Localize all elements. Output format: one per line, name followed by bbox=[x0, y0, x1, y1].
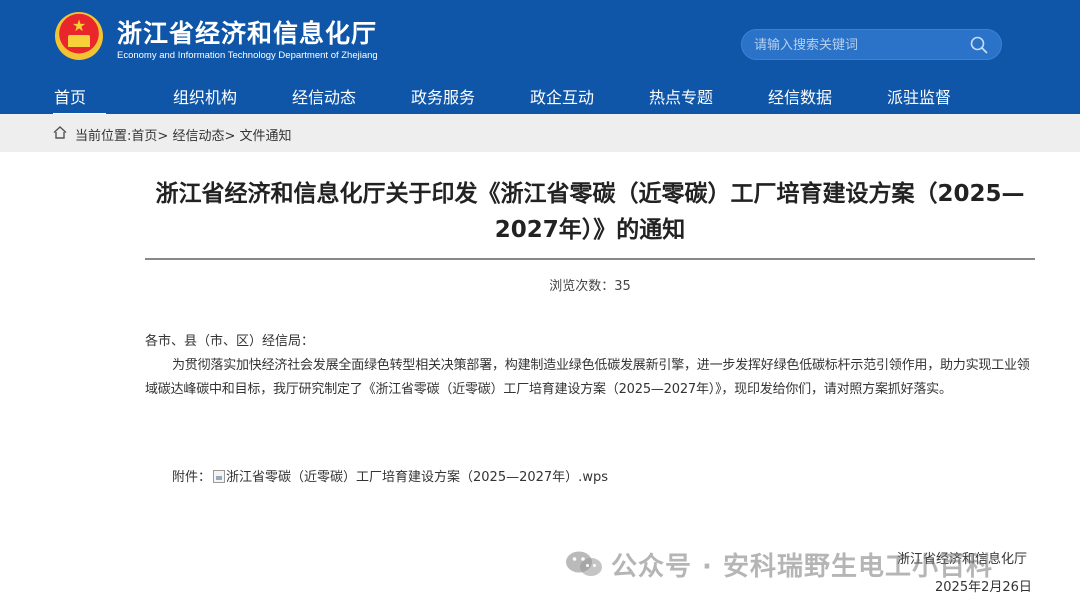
site-title: 浙江省经济和信息化厅 bbox=[117, 19, 378, 48]
home-icon bbox=[53, 126, 67, 139]
breadcrumb-prefix: 当前位置: bbox=[75, 129, 132, 144]
view-count: 浏览次数：35 bbox=[145, 275, 1035, 294]
nav-item-gov-services[interactable]: 政务服务 bbox=[411, 84, 475, 110]
breadcrumb: 当前位置:首页> 经信动态> 文件通知 bbox=[0, 114, 1080, 152]
breadcrumb-notices[interactable]: 文件通知 bbox=[240, 129, 292, 144]
site-brand[interactable]: ★ 浙江省经济和信息化厅 Economy and Information Tec… bbox=[55, 12, 395, 64]
site-header: ★ 浙江省经济和信息化厅 Economy and Information Tec… bbox=[0, 0, 1080, 116]
file-icon bbox=[213, 470, 226, 483]
watermark-text: 公众号 · 安科瑞野生电工小百科 bbox=[611, 552, 993, 582]
nav-item-interaction[interactable]: 政企互动 bbox=[530, 84, 594, 110]
breadcrumb-news[interactable]: 经信动态 bbox=[172, 129, 224, 144]
attachment-link[interactable]: 浙江省零碳（近零碳）工厂培育建设方案（2025—2027年）.wps bbox=[226, 470, 608, 485]
view-count-label: 浏览次数： bbox=[549, 279, 615, 294]
nav-item-supervision[interactable]: 派驻监督 bbox=[887, 84, 951, 110]
search-input[interactable] bbox=[754, 35, 964, 55]
site-subtitle: Economy and Information Technology Depar… bbox=[117, 50, 378, 61]
breadcrumb-home[interactable]: 首页 bbox=[131, 129, 157, 144]
nav-item-organization[interactable]: 组织机构 bbox=[173, 84, 237, 110]
article-salutation: 各市、县（市、区）经信局： bbox=[145, 334, 315, 349]
title-divider bbox=[145, 258, 1035, 260]
breadcrumb-sep: > bbox=[157, 129, 169, 144]
breadcrumb-trail: 当前位置:首页> 经信动态> 文件通知 bbox=[75, 125, 292, 144]
nav-item-topics[interactable]: 热点专题 bbox=[649, 84, 713, 110]
article-title-line1: 浙江省经济和信息化厅关于印发《浙江省零碳（近零碳）工厂培育建设方案（2025— bbox=[155, 181, 1025, 207]
main-nav: 首页 组织机构 经信动态 政务服务 政企互动 热点专题 经信数据 派驻监督 bbox=[0, 78, 1080, 116]
breadcrumb-sep: > bbox=[224, 129, 236, 144]
attachment: 附件： 浙江省零碳（近零碳）工厂培育建设方案（2025—2027年）.wps bbox=[172, 466, 608, 485]
wechat-icon bbox=[566, 551, 602, 576]
watermark: 公众号 · 安科瑞野生电工小百科 bbox=[563, 546, 993, 584]
nav-item-news[interactable]: 经信动态 bbox=[292, 84, 356, 110]
search-button[interactable] bbox=[968, 34, 990, 56]
national-emblem-icon: ★ bbox=[55, 12, 103, 60]
article-paragraph: 为贯彻落实加快经济社会发展全面绿色转型相关决策部署，构建制造业绿色低碳发展新引擎… bbox=[145, 358, 1030, 397]
attachment-label: 附件： bbox=[172, 470, 212, 485]
nav-item-data[interactable]: 经信数据 bbox=[768, 84, 832, 110]
article-title: 浙江省经济和信息化厅关于印发《浙江省零碳（近零碳）工厂培育建设方案（2025— … bbox=[145, 176, 1035, 248]
search-box bbox=[741, 29, 1002, 60]
nav-item-home[interactable]: 首页 bbox=[52, 84, 107, 116]
search-icon bbox=[970, 36, 988, 54]
article-body: 各市、县（市、区）经信局： 为贯彻落实加快经济社会发展全面绿色转型相关决策部署，… bbox=[145, 330, 1035, 402]
article-title-line2: 2027年）》的通知 bbox=[494, 217, 686, 243]
view-count-value: 35 bbox=[614, 279, 631, 294]
